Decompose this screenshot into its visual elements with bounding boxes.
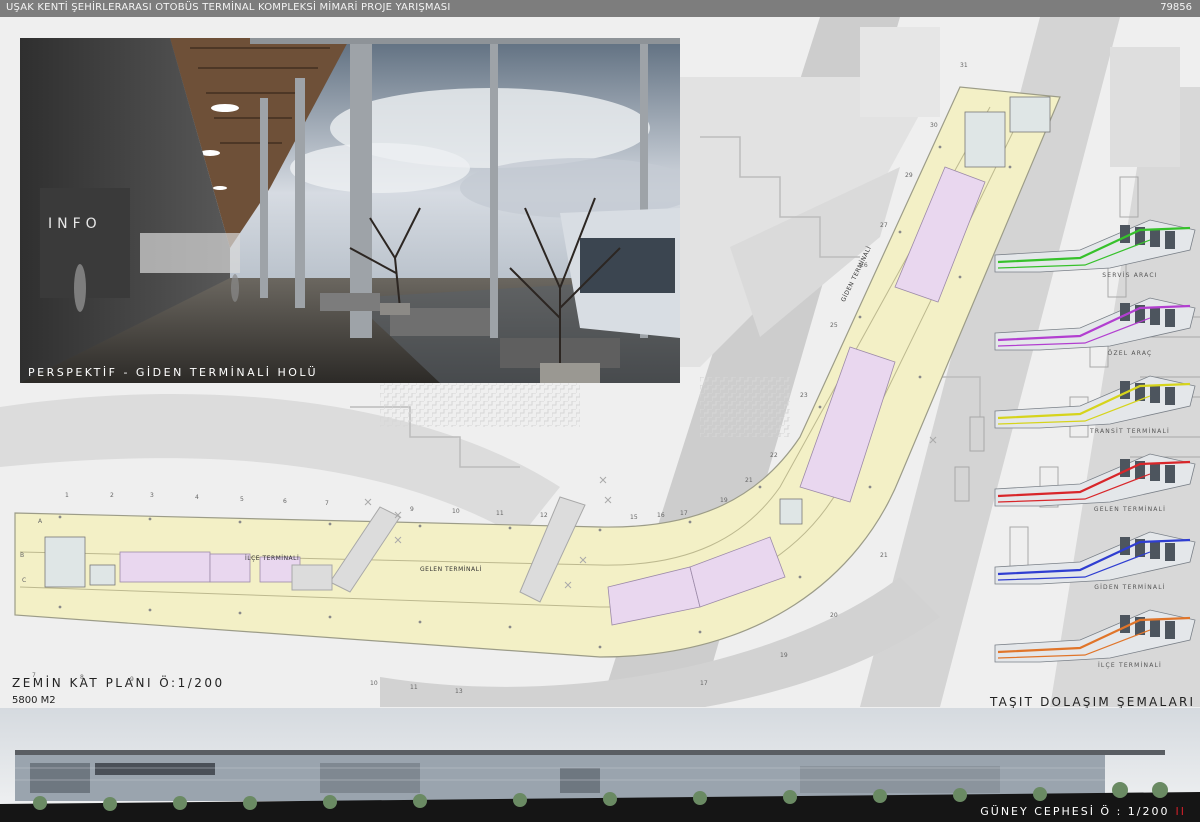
zone-label-gelen: GELEN TERMİNALİ — [420, 566, 482, 573]
title-bar: UŞAK KENTİ ŞEHİRLERARASI OTOBÜS TERMİNAL… — [0, 0, 1200, 17]
circulation-scheme-1 — [994, 219, 1196, 273]
perspective-render: INFO PERSPEKTİF - GİDEN TERMİNALİ HOLÜ — [20, 38, 680, 383]
competition-title: UŞAK KENTİ ŞEHİRLERARASI OTOBÜS TERMİNAL… — [6, 2, 451, 13]
svg-text:3: 3 — [150, 492, 154, 499]
svg-text:5: 5 — [240, 496, 244, 503]
svg-text:16: 16 — [657, 512, 665, 519]
plan-area: 5800 M2 — [12, 695, 56, 706]
svg-text:15: 15 — [630, 514, 638, 521]
circulation-scheme-6 — [994, 609, 1196, 663]
svg-text:12: 12 — [540, 512, 548, 519]
svg-text:19: 19 — [780, 652, 788, 659]
scheme-label-3: TRANSİT TERMİNALİ — [1089, 428, 1170, 435]
south-elevation: GÜNEY CEPHESİ Ö : 1/200 II — [0, 708, 1200, 822]
svg-text:7: 7 — [325, 500, 329, 507]
svg-text:30: 30 — [930, 122, 938, 129]
circulation-scheme-3 — [994, 375, 1196, 429]
circulation-scheme-4 — [994, 453, 1196, 507]
scheme-label-1: SERVİS ARACI — [1102, 272, 1158, 279]
svg-text:2: 2 — [110, 492, 114, 499]
plan-title: ZEMİN KAT PLANI Ö:1/200 — [12, 676, 225, 690]
svg-text:21: 21 — [745, 477, 753, 484]
svg-text:19: 19 — [720, 497, 728, 504]
svg-text:31: 31 — [960, 62, 968, 69]
svg-text:20: 20 — [830, 612, 838, 619]
scheme-label-5: GİDEN TERMİNALİ — [1094, 584, 1166, 591]
circulation-scheme-2 — [994, 297, 1196, 351]
svg-text:6: 6 — [283, 498, 287, 505]
entry-number: 79856 — [1160, 2, 1192, 13]
svg-text:27: 27 — [880, 222, 888, 229]
info-sign: INFO — [48, 216, 102, 232]
svg-text:10: 10 — [452, 508, 460, 515]
svg-text:17: 17 — [680, 510, 688, 517]
svg-text:21: 21 — [880, 552, 888, 559]
svg-text:1: 1 — [65, 492, 69, 499]
elevation-mark: II — [1175, 805, 1186, 818]
circulation-schemes — [994, 219, 1196, 663]
elevation-caption-text: GÜNEY CEPHESİ Ö : 1/200 — [980, 805, 1170, 818]
svg-text:10: 10 — [370, 680, 378, 687]
svg-text:22: 22 — [770, 452, 778, 459]
scheme-label-4: GELEN TERMİNALİ — [1093, 506, 1167, 513]
svg-text:4: 4 — [195, 494, 199, 501]
svg-text:25: 25 — [830, 322, 838, 329]
svg-text:C: C — [22, 577, 26, 584]
svg-text:17: 17 — [700, 680, 708, 687]
elevation-caption: GÜNEY CEPHESİ Ö : 1/200 II — [980, 805, 1186, 818]
scheme-label-6: İLÇE TERMİNALİ — [1097, 662, 1163, 669]
svg-text:B: B — [20, 552, 24, 559]
perspective-caption: PERSPEKTİF - GİDEN TERMİNALİ HOLÜ — [28, 366, 319, 379]
circulation-scheme-5 — [994, 531, 1196, 585]
zone-label-ilce: İLÇE TERMİNALİ — [245, 555, 300, 562]
svg-text:13: 13 — [455, 688, 463, 695]
svg-text:23: 23 — [800, 392, 808, 399]
svg-text:29: 29 — [905, 172, 913, 179]
svg-text:11: 11 — [496, 510, 504, 517]
svg-text:11: 11 — [410, 684, 418, 691]
schemes-title: TAŞIT DOLAŞIM ŞEMALARI — [990, 695, 1196, 709]
scheme-label-2: ÖZEL ARAÇ — [1107, 350, 1153, 357]
svg-text:9: 9 — [410, 506, 414, 513]
